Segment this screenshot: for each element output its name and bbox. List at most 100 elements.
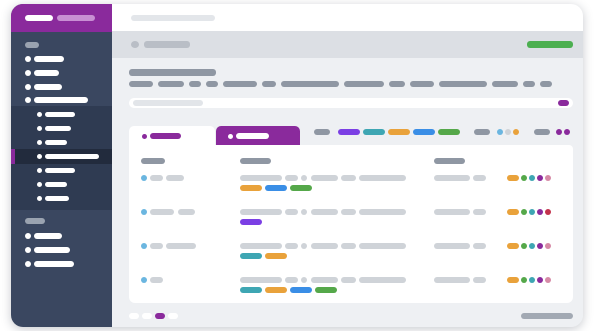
page-button[interactable] (168, 313, 178, 319)
cell (285, 277, 298, 283)
back-icon[interactable] (131, 41, 139, 48)
more-dot[interactable] (556, 129, 562, 135)
filter-label (314, 129, 330, 135)
tag[interactable] (240, 253, 262, 259)
desc-word (439, 81, 487, 87)
tab-first[interactable] (129, 126, 215, 145)
row-icon (141, 243, 147, 249)
row-icon (141, 175, 147, 181)
status-dot (507, 243, 519, 249)
cell (434, 277, 470, 283)
desc-word (206, 81, 218, 87)
app-window (11, 4, 583, 327)
bullet-icon (37, 196, 42, 201)
sidebar-subitem-label (45, 140, 67, 145)
cell (341, 175, 356, 181)
breadcrumb[interactable] (144, 41, 190, 48)
tab-label (236, 133, 269, 139)
column-header[interactable] (240, 158, 271, 164)
status-dot (529, 209, 535, 215)
results-count (521, 313, 573, 319)
search-input[interactable] (129, 98, 573, 108)
column-header[interactable] (141, 158, 165, 164)
brand-name (57, 15, 95, 21)
cell (341, 243, 356, 249)
tab-second-active[interactable] (216, 126, 300, 145)
desc-word (389, 81, 405, 87)
cell (311, 243, 338, 249)
tag[interactable] (240, 219, 262, 225)
tag[interactable] (315, 287, 337, 293)
bullet-icon (37, 140, 42, 145)
tag[interactable] (290, 287, 312, 293)
row-icon (141, 209, 147, 215)
cell (301, 277, 307, 283)
cell (240, 209, 282, 215)
tag[interactable] (265, 253, 287, 259)
page-button-active[interactable] (155, 313, 165, 319)
primary-action-button[interactable] (527, 41, 573, 48)
cell (311, 277, 338, 283)
tag[interactable] (265, 287, 287, 293)
view-dot[interactable] (505, 129, 511, 135)
cell (341, 277, 356, 283)
cell (359, 209, 406, 215)
status-dot (507, 277, 519, 283)
sidebar-item-label (34, 97, 88, 103)
desc-word (344, 81, 384, 87)
filter-chip[interactable] (388, 129, 410, 135)
bullet-icon (37, 154, 42, 159)
page-button[interactable] (129, 313, 139, 319)
cell (285, 175, 298, 181)
desc-word (158, 81, 184, 87)
status-dot (545, 175, 551, 181)
filter-chip[interactable] (438, 129, 460, 135)
tag[interactable] (265, 185, 287, 191)
page-button[interactable] (142, 313, 152, 319)
cell (359, 175, 406, 181)
cell (473, 209, 486, 215)
brand-header (11, 4, 112, 32)
sidebar-subitem-label (45, 112, 75, 117)
cell (150, 175, 163, 181)
cell (166, 175, 184, 181)
status-dot (545, 277, 551, 283)
top-bar (112, 4, 583, 31)
cell (359, 277, 406, 283)
bullet-icon (37, 112, 42, 117)
sidebar-item-label (34, 247, 70, 253)
bullet-icon (25, 247, 31, 253)
bullet-icon (25, 70, 31, 76)
cell (240, 175, 282, 181)
tag[interactable] (240, 287, 262, 293)
status-dot (529, 175, 535, 181)
more-dot[interactable] (564, 129, 570, 135)
sidebar-item-label (34, 84, 62, 90)
cell (240, 243, 282, 249)
sidebar-item-label (34, 70, 59, 76)
view-dot[interactable] (513, 129, 519, 135)
bullet-icon (37, 126, 42, 131)
tag[interactable] (240, 185, 262, 191)
search-icon[interactable] (558, 100, 569, 106)
filter-chip[interactable] (413, 129, 435, 135)
view-dot[interactable] (497, 129, 503, 135)
filter-chip[interactable] (338, 129, 360, 135)
column-header[interactable] (434, 158, 465, 164)
tab-label (150, 133, 181, 139)
cell (150, 277, 163, 283)
filter-chip[interactable] (363, 129, 385, 135)
status-dot (529, 277, 535, 283)
cell (359, 243, 406, 249)
cell (301, 209, 307, 215)
cell (311, 175, 338, 181)
page-header (112, 31, 583, 58)
search-placeholder (133, 100, 203, 106)
desc-word (189, 81, 201, 87)
cell (285, 209, 298, 215)
status-dot (537, 175, 543, 181)
tag[interactable] (290, 185, 312, 191)
status-dot (545, 209, 551, 215)
row-icon (141, 277, 147, 283)
cell (434, 243, 470, 249)
